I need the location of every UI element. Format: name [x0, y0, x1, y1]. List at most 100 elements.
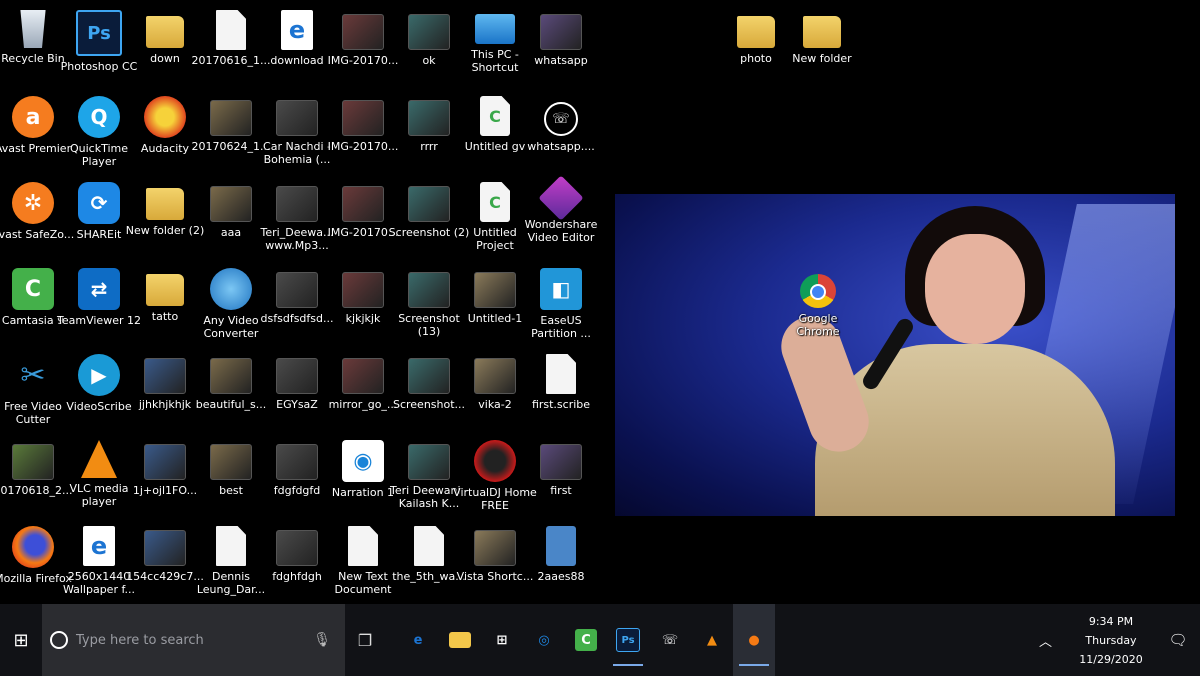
system-tray: ︿ 9:34 PM Thursday 11/29/2020 🗨: [1039, 604, 1200, 676]
desktop-icon[interactable]: mirror_go_...: [329, 348, 397, 434]
image-icon: [276, 444, 318, 480]
singer-face: [925, 234, 1025, 344]
desktop-icon[interactable]: C Camtasia 9: [0, 262, 66, 348]
file-icon: [216, 10, 246, 50]
desktop-icon[interactable]: ✲Avast SafeZo...: [0, 176, 74, 262]
start-button[interactable]: ⊞: [0, 604, 42, 676]
edge-icon: e: [413, 632, 423, 648]
desktop-icon-label: Google Chrome: [796, 312, 840, 338]
narration-icon: ◉: [342, 440, 384, 482]
desktop-icon[interactable]: dsfsdfsdfsd...: [261, 262, 333, 348]
taskbar-app-camtasia[interactable]: C: [565, 604, 607, 676]
desktop-icon[interactable]: C Untitled gv: [462, 90, 528, 176]
any-video-converter-icon: [210, 268, 252, 310]
desktop-icon[interactable]: VirtualDJ Home FREE: [453, 434, 537, 520]
desktop-icon[interactable]: Car Nachdi - Bohemia (...: [263, 90, 331, 176]
desktop-icon[interactable]: ⇄ TeamViewer 12: [57, 262, 141, 348]
desktop-icon-label: whatsapp: [534, 54, 588, 67]
action-center-button[interactable]: 🗨: [1156, 631, 1200, 649]
desktop-icon[interactable]: ⟳ SHAREit: [66, 176, 132, 262]
desktop-icon[interactable]: IMG-20170...: [328, 4, 398, 90]
virtualdj-icon: [474, 440, 516, 482]
desktop-icon[interactable]: This PC - Shortcut: [462, 4, 528, 90]
desktop-icon[interactable]: Vista Shortc...: [457, 520, 533, 606]
desktop-icon[interactable]: down: [132, 4, 198, 90]
desktop-icon[interactable]: the_5th_wa...: [392, 520, 466, 606]
desktop: Recycle Bin Ps Photoshop CC down 20170616_1.…: [0, 0, 1200, 604]
desktop-icon[interactable]: fdgfdgfd: [264, 434, 330, 520]
desktop-icon[interactable]: New folder (2): [126, 176, 204, 262]
desktop-icon[interactable]: ◧ EaseUS Partition ...: [528, 262, 594, 348]
file-icon: [216, 526, 246, 566]
image-icon: [408, 358, 450, 394]
desktop-icon[interactable]: e download: [264, 4, 330, 90]
desktop-icon[interactable]: Q QuickTime Player: [66, 90, 132, 176]
clock-day: Thursday: [1085, 633, 1137, 647]
image-icon: [276, 100, 318, 136]
desktop-icon[interactable]: ☏ whatsapp....: [527, 90, 595, 176]
desktop-icon[interactable]: Audacity: [132, 90, 198, 176]
desktop-icon[interactable]: 20170616_1...: [192, 4, 270, 90]
desktop-icon[interactable]: EGYsaZ: [264, 348, 330, 434]
taskbar-app-firefox[interactable]: ●: [733, 604, 775, 676]
image-icon: [210, 444, 252, 480]
desktop-icon[interactable]: photo: [723, 4, 789, 90]
camtasia-icon: C: [575, 629, 597, 651]
desktop-icon[interactable]: ✂ Free Video Cutter: [0, 348, 66, 434]
show-hidden-icons-chevron-icon[interactable]: ︿: [1039, 631, 1052, 650]
desktop-icon[interactable]: VLC media player: [66, 434, 132, 520]
desktop-icon-label: 2aaes88: [537, 570, 585, 583]
taskbar-app-file-explorer[interactable]: [439, 604, 481, 676]
image-icon: [474, 358, 516, 394]
desktop-icon[interactable]: Teri_Deewa... www.Mp3...: [261, 176, 333, 262]
desktop-icon-google-chrome[interactable]: Google Chrome: [785, 268, 851, 338]
shareit-icon: ⟳: [78, 182, 120, 224]
taskbar-app-store[interactable]: ⊞: [481, 604, 523, 676]
folder-icon: [803, 16, 841, 48]
image-icon: [342, 14, 384, 50]
desktop-icon[interactable]: beautiful_s...: [196, 348, 266, 434]
desktop-icon[interactable]: New folder: [789, 4, 855, 90]
image-icon: [342, 186, 384, 222]
desktop-icon[interactable]: vika-2: [462, 348, 528, 434]
image-icon: [342, 100, 384, 136]
desktop-icon[interactable]: Screenshot (13): [396, 262, 462, 348]
scissors-icon: ✂: [20, 357, 46, 393]
taskbar-app-edge[interactable]: e: [397, 604, 439, 676]
teamviewer-icon: ⇄: [78, 268, 120, 310]
taskbar-app-shareit[interactable]: ◎: [523, 604, 565, 676]
microphone-icon[interactable]: 🎙: [313, 632, 331, 648]
taskbar-search-box[interactable]: Type here to search 🎙: [42, 604, 345, 676]
desktop-icon[interactable]: ok: [396, 4, 462, 90]
avast-safezone-icon: ✲: [12, 182, 54, 224]
desktop-icon[interactable]: first.scribe: [528, 348, 594, 434]
desktop-icon[interactable]: IMG-20170...: [328, 90, 398, 176]
taskbar-app-vlc[interactable]: ▲: [691, 604, 733, 676]
desktop-icon[interactable]: Screenshot...: [393, 348, 465, 434]
desktop-icon[interactable]: New Text Document: [330, 520, 396, 606]
videoscribe-icon: ▶: [78, 354, 120, 396]
task-view-button[interactable]: ❐: [345, 604, 385, 676]
desktop-icon[interactable]: Ps Photoshop CC: [61, 4, 137, 90]
desktop-icon[interactable]: best: [198, 434, 264, 520]
taskbar-app-whatsapp[interactable]: ☏: [649, 604, 691, 676]
task-view-icon: ❐: [357, 630, 373, 650]
desktop-icon[interactable]: Recycle Bin: [0, 4, 66, 90]
edge-file-icon: e: [281, 10, 313, 50]
desktop-icon[interactable]: first: [528, 434, 594, 520]
desktop-icon[interactable]: Wondershare Video Editor: [525, 175, 597, 262]
taskbar-clock[interactable]: 9:34 PM Thursday 11/29/2020: [1066, 612, 1156, 669]
desktop-icon[interactable]: jjhkhjkhjk: [132, 348, 198, 434]
desktop-icon[interactable]: ▶ VideoScribe: [66, 348, 132, 434]
store-icon: ⊞: [496, 632, 508, 648]
desktop-icon[interactable]: whatsapp: [528, 4, 594, 90]
desktop-icon[interactable]: rrrr: [396, 90, 462, 176]
desktop-icon[interactable]: Any Video Converter: [198, 262, 264, 348]
desktop-icon[interactable]: 1j+ojl1FO...: [132, 434, 198, 520]
desktop-icon[interactable]: e 2560x1440 Wallpaper f...: [63, 520, 135, 606]
image-icon: [210, 358, 252, 394]
desktop-icon[interactable]: 2aaes88: [528, 520, 594, 606]
desktop-icon[interactable]: Dennis Leung_Dar...: [197, 520, 265, 606]
desktop-icon[interactable]: IMG-20170...: [328, 176, 398, 262]
taskbar-app-photoshop[interactable]: Ps: [607, 604, 649, 676]
